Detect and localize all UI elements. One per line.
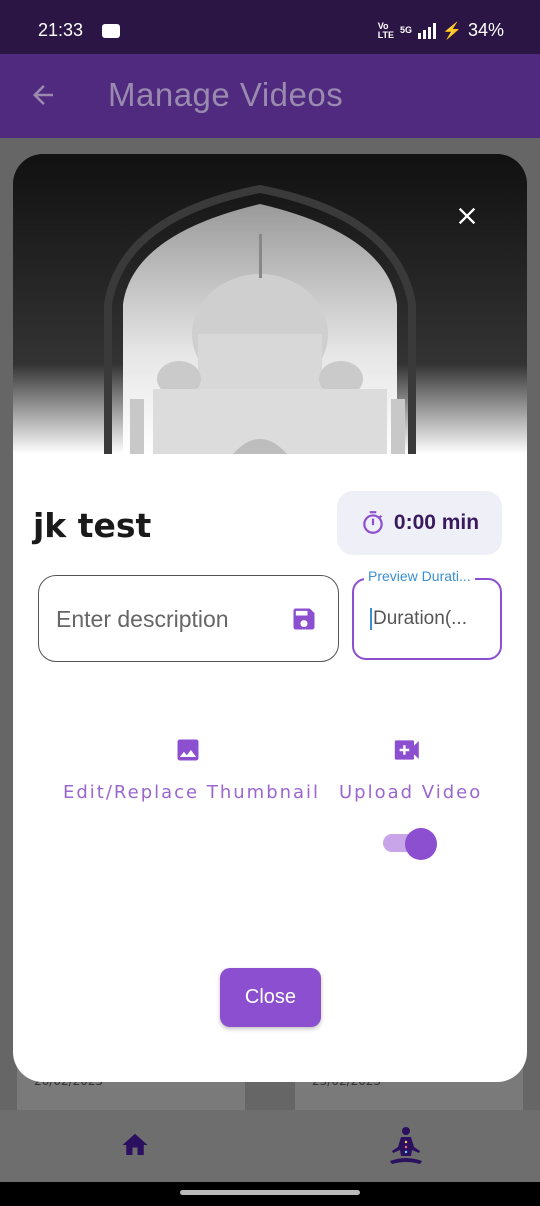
preview-duration-label: Preview Durati... [364,568,475,584]
bottom-navigation [0,1110,540,1182]
status-bar: 21:33 Vo LTE 5G ⚡ 34% [0,0,540,54]
video-thumbnail-image [13,154,527,454]
description-field[interactable]: Enter description [38,575,339,662]
upload-video-toggle[interactable] [383,826,439,860]
description-placeholder: Enter description [56,606,229,632]
yoga-icon[interactable] [384,1124,428,1168]
edit-thumbnail-button[interactable]: Edit/Replace Thumbnail [63,782,320,803]
battery-level: 34% [467,20,504,40]
signal-icon [418,22,437,39]
video-edit-dialog: jk test 0:00 min Enter description Previ… [13,154,527,1082]
app-bar: Manage Videos [0,54,540,138]
home-icon[interactable] [119,1130,151,1160]
upload-video-button[interactable]: Upload Video [339,782,482,803]
video-title: jk test [33,506,152,545]
toggle-thumb [405,828,437,860]
duration-chip: 0:00 min [337,491,502,555]
close-button[interactable]: Close [220,968,321,1027]
charging-icon: ⚡ [442,22,462,40]
gesture-handle[interactable] [180,1190,360,1195]
notification-app-icon [102,24,120,38]
volte-indicator: Vo LTE [377,20,395,40]
preview-duration-placeholder: Duration(... [370,608,467,630]
page-title: Manage Videos [108,76,344,113]
video-add-icon[interactable] [393,738,423,762]
image-icon[interactable] [174,736,202,764]
timer-icon [363,511,383,534]
taj-mahal-thumbnail [13,154,527,454]
save-icon[interactable] [290,605,318,633]
preview-duration-field[interactable]: Preview Durati... Duration(... [352,568,502,660]
network-generation: 5G [400,25,413,35]
status-time: 21:33 [38,20,84,40]
back-arrow-icon[interactable] [28,80,58,110]
close-icon[interactable] [453,202,481,230]
status-indicators: Vo LTE 5G ⚡ 34% [378,20,504,41]
duration-value: 0:00 min [393,511,480,534]
